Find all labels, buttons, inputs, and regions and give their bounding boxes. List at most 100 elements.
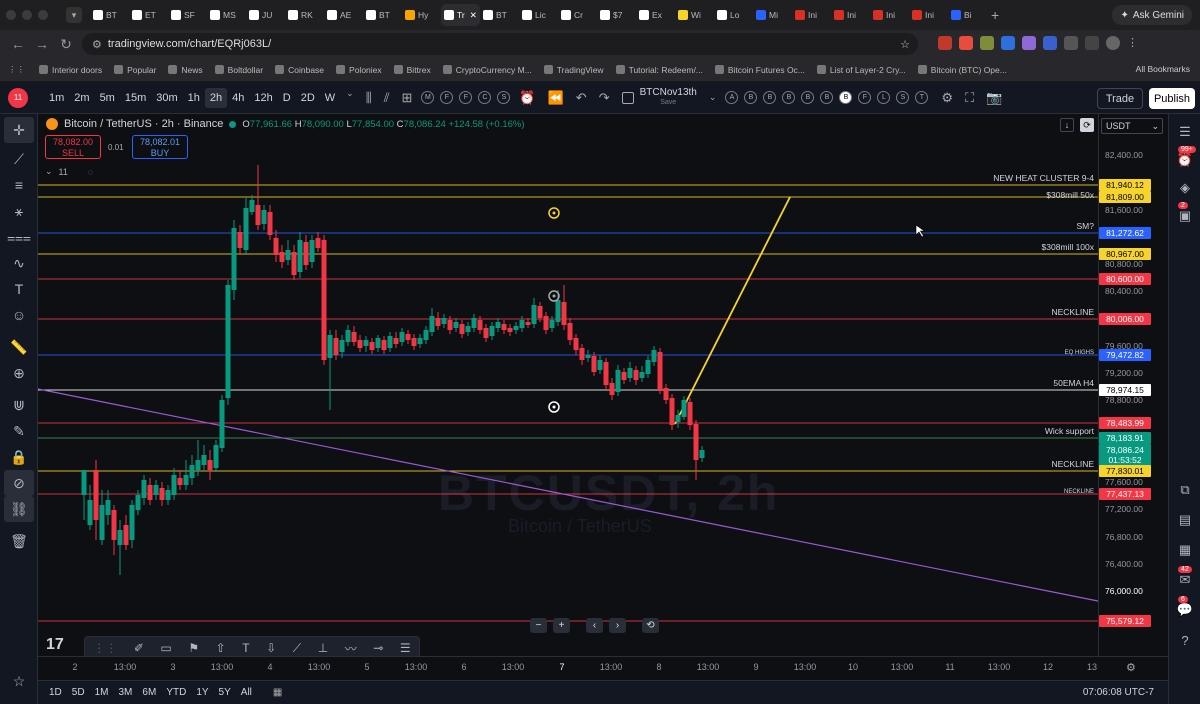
crosshair-icon[interactable]: ✛ xyxy=(4,117,34,143)
help-icon[interactable]: ? xyxy=(1169,626,1200,654)
extension-icon[interactable] xyxy=(1001,36,1015,50)
layout-checkbox-icon[interactable] xyxy=(621,91,634,104)
bookmark-item[interactable]: Coinbase xyxy=(269,65,330,75)
trade-button[interactable]: Trade xyxy=(1097,88,1143,109)
browser-tab[interactable]: Tr ✕ xyxy=(441,4,480,26)
line-tool-icon[interactable]: ⟋ xyxy=(293,641,301,656)
bookmark-item[interactable]: Boltdollar xyxy=(209,65,269,75)
browser-tab[interactable]: AE xyxy=(324,4,363,26)
range-5Y[interactable]: 5Y xyxy=(214,687,236,698)
layout-shortcut-button[interactable]: M xyxy=(421,91,435,104)
range-1M[interactable]: 1M xyxy=(90,687,114,698)
browser-tab[interactable]: JU xyxy=(246,4,285,26)
extension-icon[interactable] xyxy=(1043,36,1057,50)
back-icon[interactable]: ← xyxy=(6,36,30,52)
bookmark-item[interactable]: Popular xyxy=(108,65,162,75)
browser-tab[interactable]: Ini xyxy=(792,4,831,26)
refresh-icon[interactable]: ⟳ xyxy=(1080,118,1094,132)
timeframe-15m[interactable]: 15m xyxy=(120,88,151,108)
news-icon[interactable]: ▤ xyxy=(1169,506,1200,534)
bookmark-item[interactable]: News xyxy=(162,65,208,75)
layout-shortcut-button[interactable]: T xyxy=(915,91,929,104)
zoom-icon[interactable]: ⊕ xyxy=(0,360,38,386)
buy-button[interactable]: 78,082.01 BUY xyxy=(132,135,188,159)
chart-pane[interactable]: BTCUSDT, 2h Bitcoin / TetherUS NEW HEAT … xyxy=(38,114,1098,656)
indicators-toggle[interactable]: ⌄ 11 ◌ xyxy=(45,164,93,179)
bookmark-item[interactable]: List of Layer-2 Cry... xyxy=(811,65,912,75)
magnet-icon[interactable]: ⋓ xyxy=(0,392,38,418)
browser-tab[interactable]: Wi xyxy=(675,4,714,26)
zoom-out-button[interactable]: − xyxy=(530,618,547,633)
layout-shortcut-button[interactable]: B xyxy=(782,91,796,104)
browser-tab[interactable]: Ini xyxy=(870,4,909,26)
layout-shortcut-button[interactable]: B xyxy=(744,91,758,104)
browser-tab[interactable]: Lo xyxy=(714,4,753,26)
indicators-icon[interactable]: ⫽ xyxy=(384,90,390,106)
fib-icon[interactable]: ⩶ xyxy=(0,224,38,250)
bookmark-item[interactable]: Tutorial: Redeem/... xyxy=(610,65,709,75)
scroll-right-button[interactable]: › xyxy=(609,618,626,633)
layers-icon[interactable]: ◈ xyxy=(1169,174,1200,202)
chat-icon[interactable]: 💬 6 xyxy=(1169,596,1200,624)
trash-icon[interactable]: 🗑 xyxy=(0,528,38,554)
layout-shortcut-button[interactable]: B xyxy=(839,91,853,104)
handle-icon[interactable]: ⋮⋮ xyxy=(93,641,117,655)
bookmark-star-icon[interactable]: ☆ xyxy=(900,38,910,51)
favorites-star-icon[interactable]: ☆ xyxy=(0,668,38,694)
axis-settings-icon[interactable]: ⚙ xyxy=(1126,661,1136,674)
price-axis[interactable]: USDT⌄ 82,400.0082,000.0081,600.0080,800.… xyxy=(1098,114,1168,656)
ideas-icon[interactable]: ✉ 42 xyxy=(1169,566,1200,594)
lines-menu-icon[interactable]: ☰ xyxy=(400,641,411,655)
path-icon[interactable]: 〰 xyxy=(345,640,357,657)
chart-canvas[interactable] xyxy=(38,114,1098,656)
browser-tab[interactable]: Bi xyxy=(948,4,987,26)
text-tool-icon[interactable]: T xyxy=(242,641,249,655)
timeframe-W[interactable]: W xyxy=(320,88,340,108)
utc-clock[interactable]: 07:06:08 UTC-7 xyxy=(1083,687,1154,698)
ruler-icon[interactable]: 📏 xyxy=(0,334,38,360)
profile-avatar[interactable] xyxy=(1106,36,1120,50)
extension-icon[interactable] xyxy=(980,36,994,50)
layout-shortcut-button[interactable]: F xyxy=(459,91,473,104)
menu-icon[interactable]: ⋮ xyxy=(1127,36,1141,50)
apps-grid-icon[interactable]: ⋮⋮ xyxy=(0,64,33,75)
date-range-icon[interactable]: ⊥ xyxy=(318,641,328,655)
camera-icon[interactable]: 📷 xyxy=(986,90,1002,106)
browser-tab[interactable]: Mi xyxy=(753,4,792,26)
reset-chart-button[interactable]: ⟲ xyxy=(642,618,659,633)
emoji-icon[interactable]: ☺ xyxy=(0,302,38,328)
alerts-clock-icon[interactable]: ⏰ 99+ xyxy=(1169,146,1200,174)
layout-shortcut-button[interactable]: B xyxy=(801,91,815,104)
text-icon[interactable]: T xyxy=(0,276,38,302)
horizontal-ray-icon[interactable]: ⊸ xyxy=(373,641,383,655)
timeframe-2D[interactable]: 2D xyxy=(296,88,320,108)
browser-tab[interactable]: BT xyxy=(363,4,402,26)
long-position-icon[interactable]: ⚑ xyxy=(188,641,199,655)
arrow-down-icon[interactable]: ⇩ xyxy=(266,641,276,655)
trend-line-icon[interactable]: ⟋ xyxy=(0,146,38,172)
templates-icon[interactable]: ⊞ xyxy=(402,90,413,106)
range-All[interactable]: All xyxy=(236,687,257,698)
undo-icon[interactable]: ↶ xyxy=(576,90,587,106)
ask-gemini-button[interactable]: ✦ Ask Gemini xyxy=(1112,5,1192,25)
layout-shortcut-button[interactable]: S xyxy=(497,91,511,104)
timeframe-2m[interactable]: 2m xyxy=(69,88,94,108)
browser-tab[interactable]: Ini xyxy=(909,4,948,26)
range-YTD[interactable]: YTD xyxy=(161,687,191,698)
range-1Y[interactable]: 1Y xyxy=(191,687,213,698)
layout-shortcut-button[interactable]: S xyxy=(896,91,910,104)
url-field[interactable]: ⚙ tradingview.com/chart/EQRj063L/ ☆ xyxy=(82,33,918,55)
bookmark-item[interactable]: CryptoCurrency M... xyxy=(437,65,538,75)
hide-drawings-icon[interactable]: ⊘ xyxy=(4,470,34,496)
browser-tab[interactable]: BT xyxy=(90,4,129,26)
replay-icon[interactable]: ⏪ xyxy=(548,90,564,106)
redo-icon[interactable]: ↷ xyxy=(599,90,610,106)
browser-tab[interactable]: Cr xyxy=(558,4,597,26)
browser-tab[interactable]: SF xyxy=(168,4,207,26)
bookmark-item[interactable]: Bitcoin (BTC) Ope... xyxy=(912,65,1013,75)
range-1D[interactable]: 1D xyxy=(44,687,67,698)
extension-icon[interactable] xyxy=(938,36,952,50)
timeframe-4h[interactable]: 4h xyxy=(227,88,249,108)
pattern-icon[interactable]: ∿ xyxy=(0,250,38,276)
range-5D[interactable]: 5D xyxy=(67,687,90,698)
